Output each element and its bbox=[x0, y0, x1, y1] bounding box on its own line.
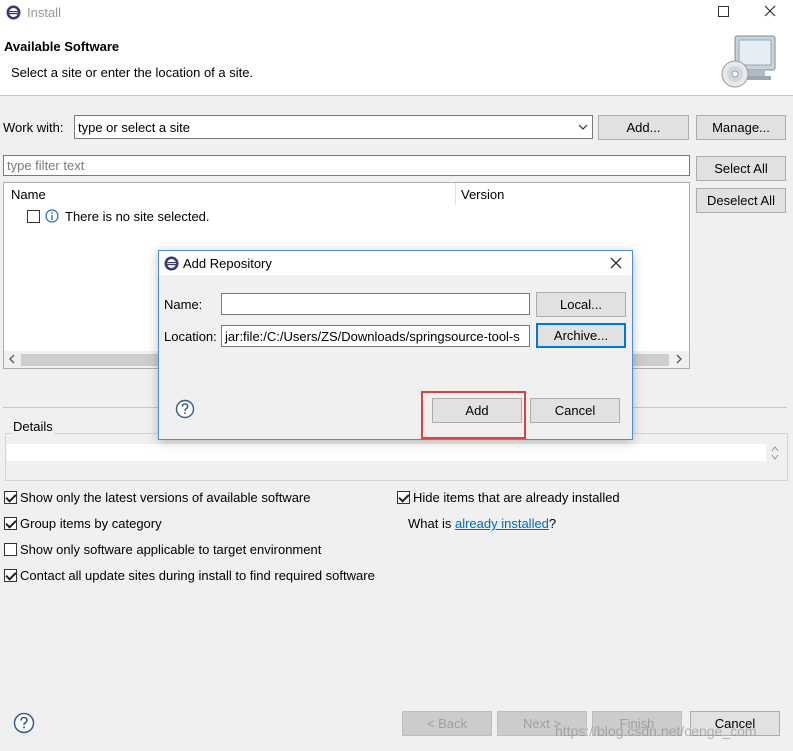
chevron-down-icon[interactable] bbox=[577, 121, 589, 133]
group-by-category-label: Group items by category bbox=[20, 516, 162, 531]
dialog-add-button[interactable]: Add bbox=[432, 398, 522, 423]
deselect-all-button[interactable]: Deselect All bbox=[696, 188, 786, 213]
filter-placeholder: type filter text bbox=[7, 158, 85, 173]
install-wizard-icon bbox=[717, 32, 781, 92]
help-icon[interactable] bbox=[13, 712, 35, 734]
maximize-icon[interactable] bbox=[718, 6, 729, 17]
add-site-button[interactable]: Add... bbox=[598, 115, 689, 140]
archive-button[interactable]: Archive... bbox=[536, 323, 626, 348]
latest-versions-checkbox[interactable] bbox=[4, 491, 17, 504]
manage-sites-button[interactable]: Manage... bbox=[696, 115, 786, 140]
scroll-left-icon[interactable] bbox=[6, 353, 18, 365]
close-icon[interactable] bbox=[761, 2, 779, 20]
dialog-title: Add Repository bbox=[183, 256, 272, 271]
table-row-checkbox[interactable] bbox=[27, 210, 40, 223]
contact-sites-label: Contact all update sites during install … bbox=[20, 568, 375, 583]
latest-versions-label: Show only the latest versions of availab… bbox=[20, 490, 311, 505]
details-label: Details bbox=[12, 419, 54, 434]
scroll-right-icon[interactable] bbox=[673, 353, 685, 365]
dialog-eclipse-icon bbox=[164, 256, 179, 271]
add-repository-dialog: Add Repository Name: Local... Location: … bbox=[158, 250, 633, 440]
what-is-installed-text: What is already installed? bbox=[408, 516, 556, 531]
work-with-combo[interactable]: type or select a site bbox=[74, 115, 593, 139]
work-with-label: Work with: bbox=[3, 120, 64, 135]
location-field[interactable]: jar:file:/C:/Users/ZS/Downloads/springso… bbox=[221, 325, 530, 347]
name-field[interactable] bbox=[221, 293, 530, 315]
page-title: Available Software bbox=[4, 39, 120, 54]
info-icon bbox=[45, 209, 59, 223]
window-title: Install bbox=[27, 5, 61, 20]
details-spinner-icon[interactable] bbox=[770, 445, 780, 461]
hide-installed-checkbox[interactable] bbox=[397, 491, 410, 504]
local-button[interactable]: Local... bbox=[536, 292, 626, 317]
page-subtitle: Select a site or enter the location of a… bbox=[11, 65, 254, 80]
table-empty-message: There is no site selected. bbox=[65, 209, 210, 224]
title-bar bbox=[0, 0, 793, 26]
column-divider bbox=[455, 183, 456, 205]
already-installed-link[interactable]: already installed bbox=[455, 516, 549, 531]
watermark-text: https://blog.csdn.net/cenge_com bbox=[555, 723, 757, 739]
select-all-button[interactable]: Select All bbox=[696, 156, 786, 181]
name-label: Name: bbox=[164, 297, 203, 312]
column-header-version[interactable]: Version bbox=[461, 187, 504, 202]
eclipse-logo-icon bbox=[6, 5, 21, 20]
dialog-cancel-button[interactable]: Cancel bbox=[530, 398, 620, 423]
target-env-label: Show only software applicable to target … bbox=[20, 542, 322, 557]
contact-sites-checkbox[interactable] bbox=[4, 569, 17, 582]
group-by-category-checkbox[interactable] bbox=[4, 517, 17, 530]
dialog-help-icon[interactable] bbox=[175, 399, 195, 419]
work-with-value: type or select a site bbox=[78, 119, 190, 135]
what-is-suffix: ? bbox=[548, 516, 557, 531]
header-banner bbox=[0, 26, 793, 96]
hide-installed-label: Hide items that are already installed bbox=[413, 490, 620, 505]
what-is-prefix: What is bbox=[408, 516, 455, 531]
target-env-checkbox[interactable] bbox=[4, 543, 17, 556]
back-button[interactable]: < Back bbox=[402, 711, 492, 736]
dialog-close-icon[interactable] bbox=[608, 255, 624, 271]
column-header-name[interactable]: Name bbox=[11, 187, 46, 202]
location-label: Location: bbox=[164, 329, 217, 344]
details-text bbox=[7, 444, 766, 461]
filter-input[interactable]: type filter text bbox=[3, 155, 690, 176]
location-value: jar:file:/C:/Users/ZS/Downloads/springso… bbox=[225, 328, 520, 344]
